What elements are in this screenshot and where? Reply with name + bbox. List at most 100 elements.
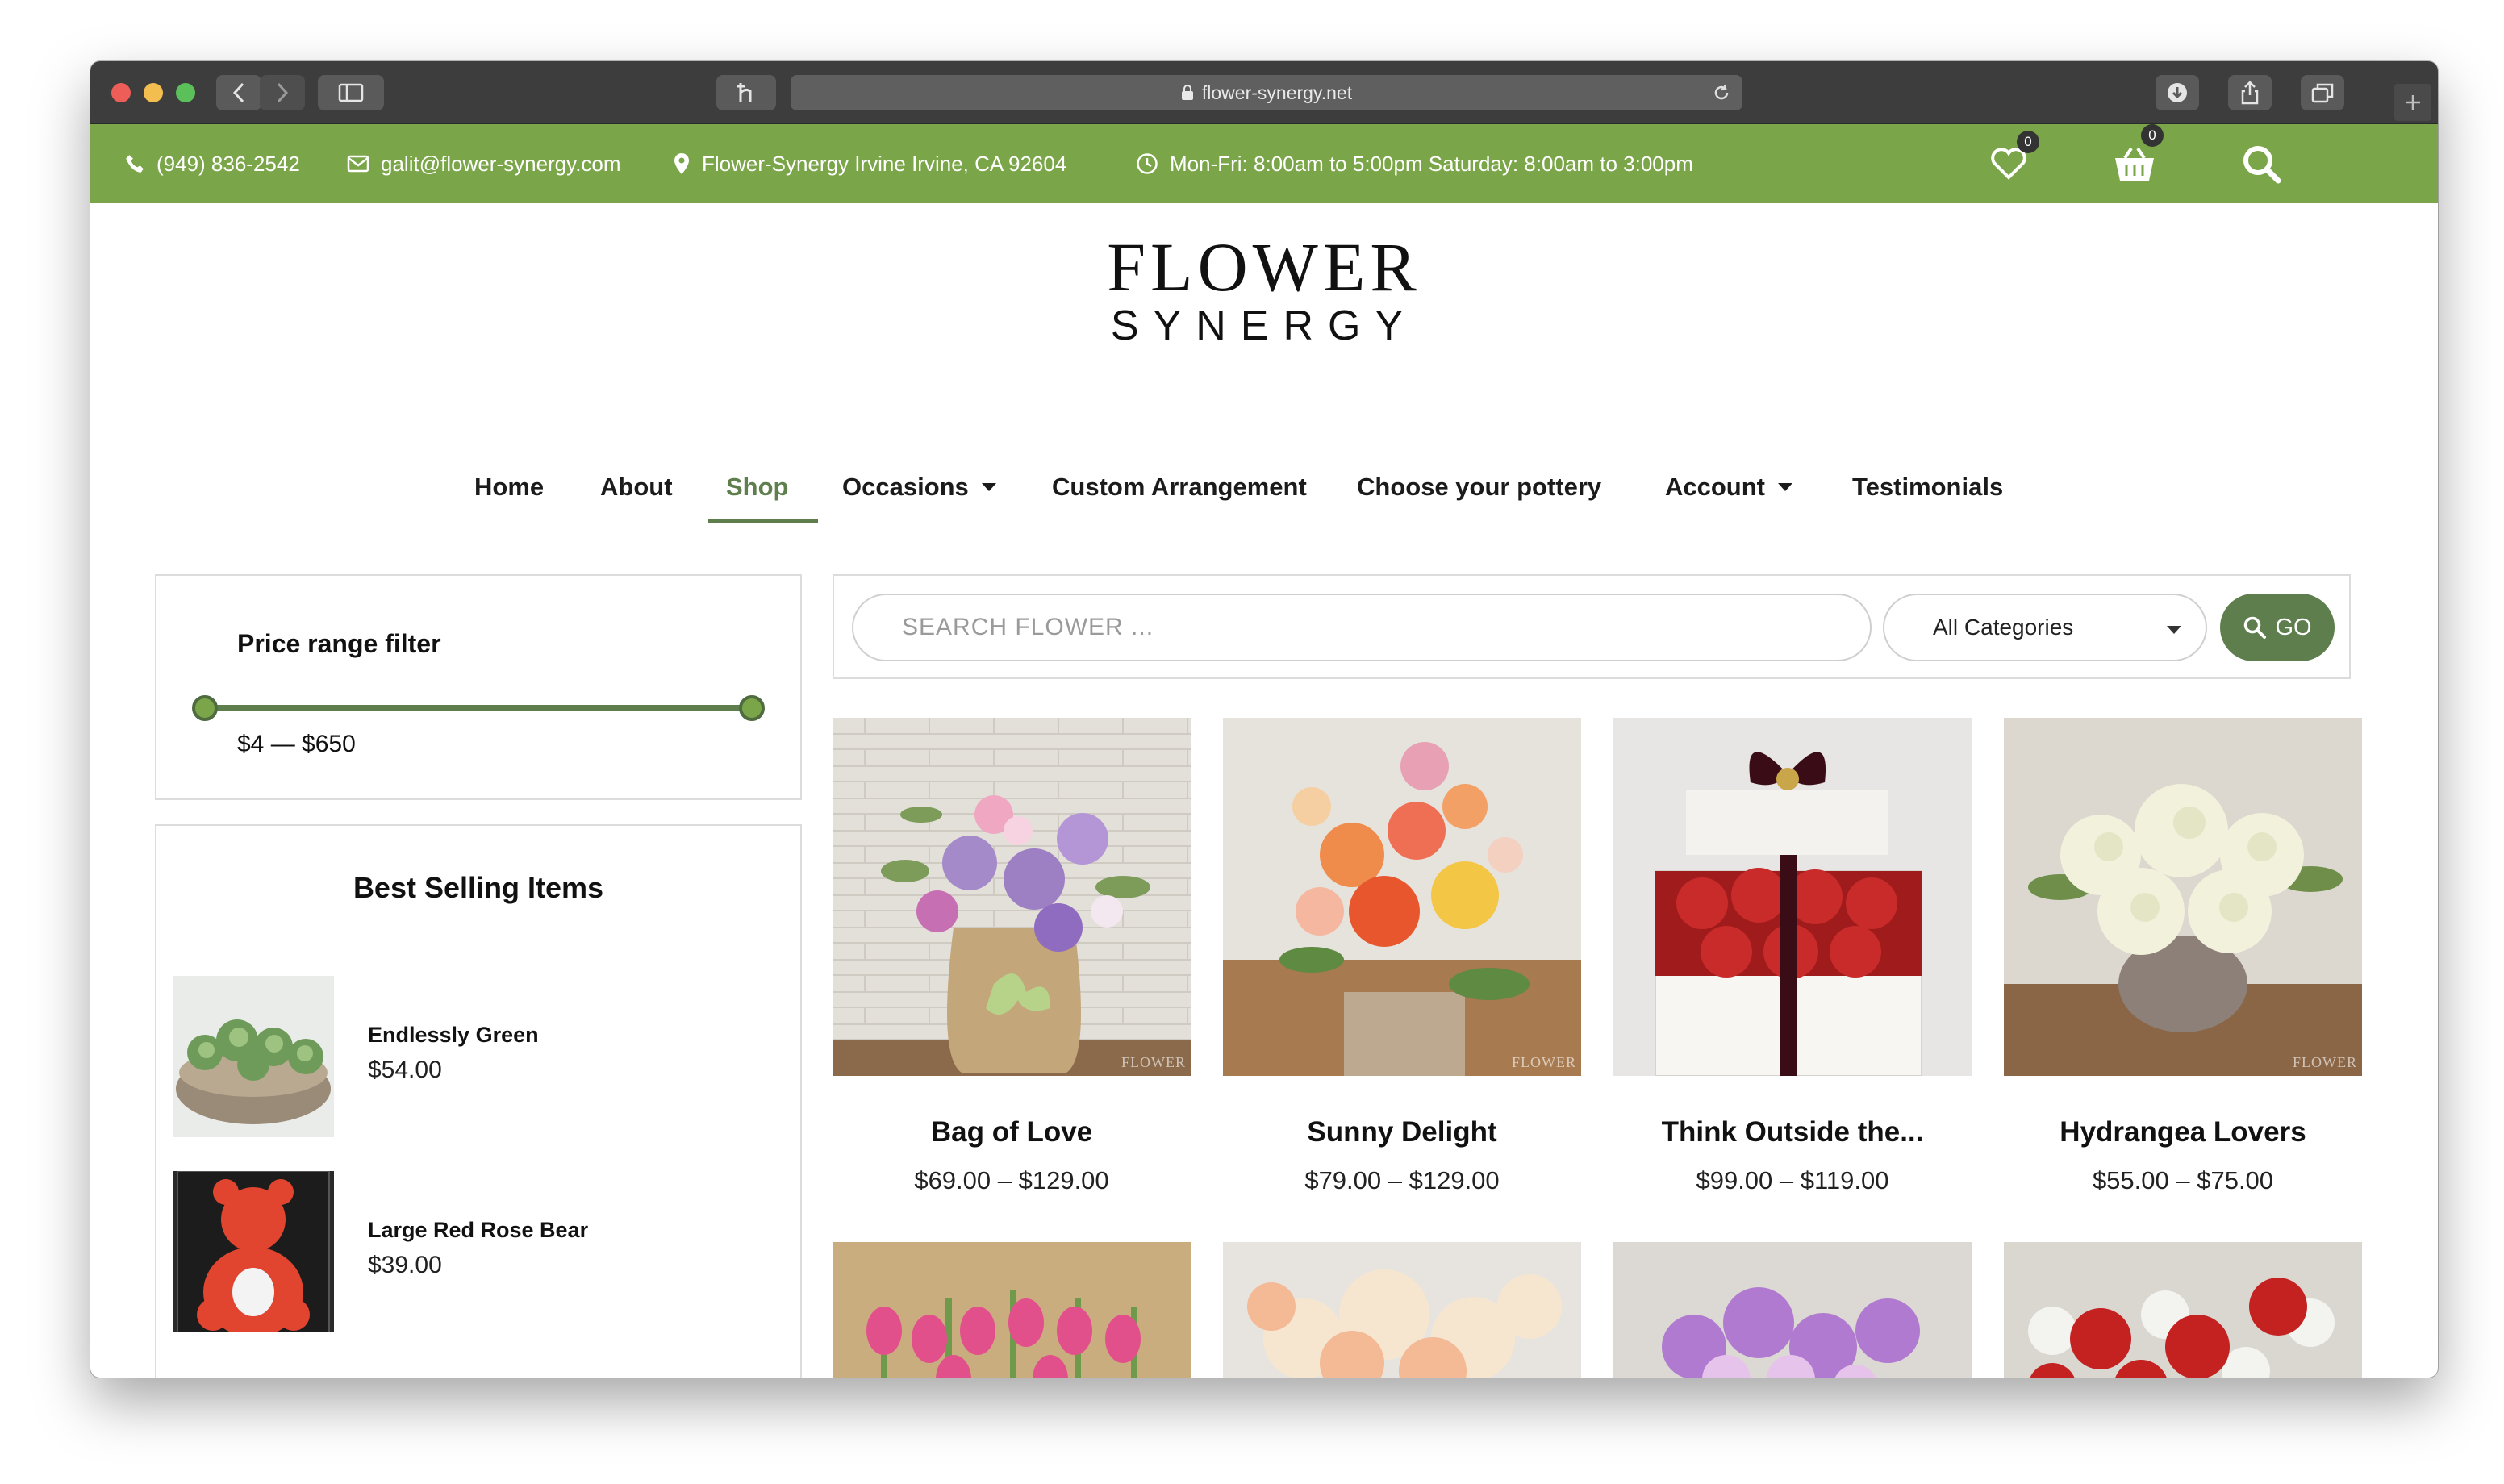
extension-button[interactable] xyxy=(716,75,776,110)
url-text: flower-synergy.net xyxy=(1201,81,1353,103)
map-pin-icon xyxy=(674,153,689,174)
hours-info: Mon-Fri: 8:00am to 5:00pm Saturday: 8:00… xyxy=(1136,124,1693,203)
hours-text: Mon-Fri: 8:00am to 5:00pm Saturday: 8:00… xyxy=(1170,151,1693,176)
product-name[interactable]: Think Outside the... xyxy=(1613,1116,1972,1148)
caret-down-icon xyxy=(981,483,996,491)
product-thumbnail[interactable] xyxy=(173,1171,334,1332)
product-image[interactable] xyxy=(833,1242,1191,1378)
nav-account-label: Account xyxy=(1665,473,1765,501)
product-price: $99.00 – $119.00 xyxy=(1696,1166,1889,1194)
search-input[interactable] xyxy=(852,594,1872,661)
reload-icon[interactable] xyxy=(1712,83,1731,102)
product-price: $79.00 – $129.00 xyxy=(1304,1166,1500,1194)
address-bar[interactable]: flower-synergy.net xyxy=(791,75,1742,110)
caret-down-icon xyxy=(2167,626,2181,634)
address-link[interactable]: Flower-Synergy Irvine Irvine, CA 92604 xyxy=(673,124,1066,203)
product-price: $54.00 xyxy=(368,1057,442,1083)
watermark: FLOWER xyxy=(2293,1054,2357,1070)
product-price: $69.00 – $129.00 xyxy=(914,1166,1109,1194)
category-select[interactable]: All Categories xyxy=(1883,594,2207,661)
product-image[interactable]: FLOWER xyxy=(833,718,1191,1076)
lock-icon xyxy=(1181,85,1193,100)
contact-bar: (949) 836-2542 galit@flower-synergy.com … xyxy=(90,124,2438,203)
product-image[interactable] xyxy=(1613,1242,1972,1378)
chevron-right-icon xyxy=(277,82,289,103)
browser-window: flower-synergy.net (949) 836-2542 galit@… xyxy=(90,61,2438,1378)
wishlist-count-badge-display: 0 xyxy=(2017,131,2039,153)
sidebar-icon xyxy=(338,83,364,102)
search-toggle-button[interactable] xyxy=(2241,124,2293,203)
price-range-label: $4 — $650 xyxy=(237,731,356,757)
price-max-handle[interactable] xyxy=(739,695,765,721)
product-image[interactable]: FLOWER xyxy=(1223,718,1581,1076)
product-image[interactable] xyxy=(1223,1242,1581,1378)
price-filter-widget: Price range filter $4 — $650 xyxy=(155,574,802,800)
phone-text: (949) 836-2542 xyxy=(156,151,300,176)
list-item[interactable]: Endlessly Green $54.00 xyxy=(173,976,786,1137)
sidebar-toggle-button[interactable] xyxy=(318,75,384,110)
best-selling-widget: Best Selling Items Endlessly Green $54.0… xyxy=(155,824,802,1378)
clock-icon xyxy=(1137,153,1158,174)
product-thumbnail[interactable] xyxy=(173,976,334,1137)
search-icon xyxy=(2243,146,2281,184)
browser-toolbar: flower-synergy.net xyxy=(90,61,2438,124)
download-icon xyxy=(2168,83,2187,102)
price-min-handle[interactable] xyxy=(192,695,218,721)
go-button-label: GO xyxy=(2275,614,2312,640)
new-tab-button[interactable] xyxy=(2394,84,2431,121)
list-item[interactable]: Large Red Rose Bear $39.00 xyxy=(173,1171,786,1332)
search-icon xyxy=(2244,616,2267,639)
nav-shop[interactable]: Shop xyxy=(726,447,789,527)
nav-about[interactable]: About xyxy=(600,447,673,527)
share-icon xyxy=(2241,81,2259,105)
cart-count-badge: 0 xyxy=(2141,124,2164,147)
address-text: Flower-Synergy Irvine Irvine, CA 92604 xyxy=(702,151,1067,176)
close-window-button[interactable] xyxy=(111,83,131,102)
caret-down-icon xyxy=(1778,483,1792,491)
extension-h-icon xyxy=(737,83,752,102)
category-select-value: All Categories xyxy=(1933,615,2074,640)
email-text: galit@flower-synergy.com xyxy=(381,151,621,176)
product-price: $55.00 – $75.00 xyxy=(2092,1166,2274,1194)
nav-testimonials[interactable]: Testimonials xyxy=(1852,447,2003,527)
forward-button[interactable] xyxy=(260,75,305,110)
nav-home[interactable]: Home xyxy=(474,447,544,527)
nav-occasions-label: Occasions xyxy=(842,473,969,501)
product-search-form: All Categories GO xyxy=(833,574,2351,679)
watermark: FLOWER xyxy=(1121,1054,1186,1070)
main-nav: Home About Shop Occasions Custom Arrange… xyxy=(90,447,2438,527)
zoom-window-button[interactable] xyxy=(176,83,195,102)
nav-custom-arrangement[interactable]: Custom Arrangement xyxy=(1052,447,1307,527)
product-name[interactable]: Hydrangea Lovers xyxy=(2004,1116,2362,1148)
downloads-button[interactable] xyxy=(2156,75,2199,110)
nav-occasions[interactable]: Occasions xyxy=(842,447,996,527)
price-slider-track[interactable] xyxy=(205,705,757,711)
chevron-left-icon xyxy=(232,82,244,103)
watermark: FLOWER xyxy=(1512,1054,1576,1070)
share-button[interactable] xyxy=(2228,75,2272,110)
nav-choose-pottery[interactable]: Choose your pottery xyxy=(1357,447,1601,527)
product-image[interactable] xyxy=(2004,1242,2362,1378)
active-nav-underline xyxy=(708,519,818,523)
back-button[interactable] xyxy=(216,75,261,110)
email-link[interactable]: galit@flower-synergy.com xyxy=(347,124,621,203)
product-name[interactable]: Bag of Love xyxy=(833,1116,1191,1148)
product-name[interactable]: Endlessly Green xyxy=(368,1023,539,1048)
product-image[interactable] xyxy=(1613,718,1972,1076)
best-selling-title: Best Selling Items xyxy=(353,871,604,904)
tabs-overview-button[interactable] xyxy=(2301,75,2344,110)
product-image[interactable]: FLOWER xyxy=(2004,718,2362,1076)
minimize-window-button[interactable] xyxy=(144,83,163,102)
plus-icon xyxy=(2406,95,2420,110)
nav-account[interactable]: Account xyxy=(1665,447,1792,527)
envelope-icon xyxy=(347,155,369,173)
basket-icon xyxy=(2115,147,2154,181)
product-name[interactable]: Large Red Rose Bear xyxy=(368,1218,588,1243)
price-filter-title: Price range filter xyxy=(237,629,441,658)
go-button[interactable]: GO xyxy=(2220,594,2335,661)
site-logo-line1[interactable]: FLOWER xyxy=(90,232,2438,302)
product-price: $39.00 xyxy=(368,1252,442,1278)
site-logo-line2[interactable]: SYNERGY xyxy=(90,305,2438,347)
phone-link[interactable]: (949) 836-2542 xyxy=(124,124,300,203)
product-name[interactable]: Sunny Delight xyxy=(1223,1116,1581,1148)
